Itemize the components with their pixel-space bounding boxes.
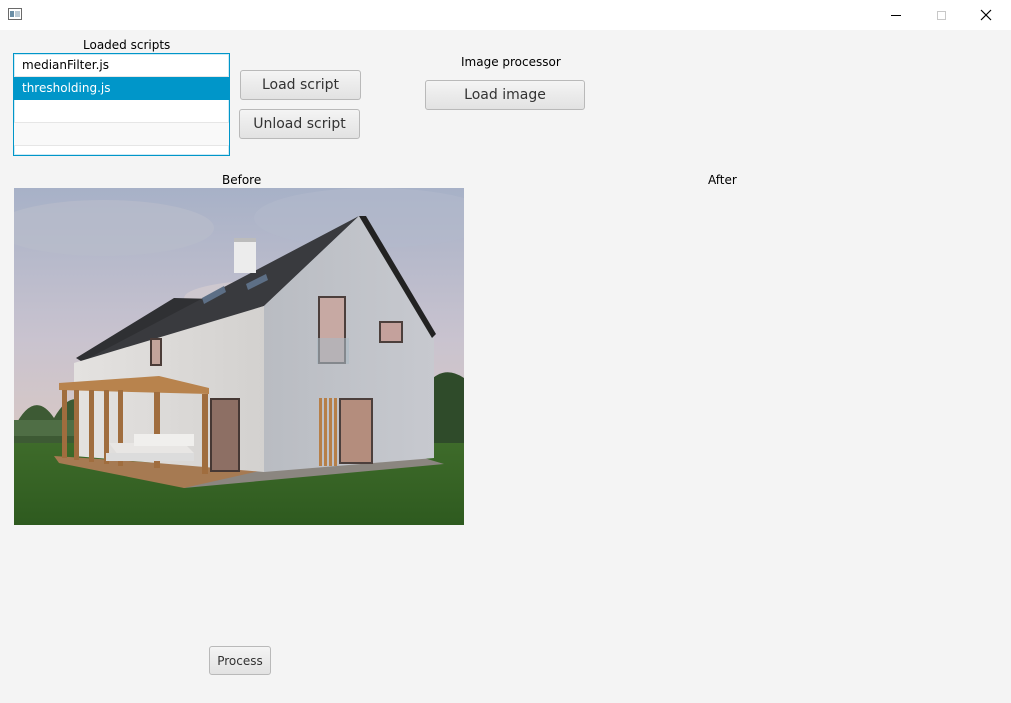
minimize-icon: [891, 14, 901, 16]
load-script-button[interactable]: Load script: [240, 70, 361, 100]
minimize-button[interactable]: [873, 0, 919, 30]
unload-script-button[interactable]: Unload script: [239, 109, 360, 139]
loaded-scripts-label: Loaded scripts: [83, 38, 171, 52]
process-button[interactable]: Process: [209, 646, 271, 675]
close-icon: [980, 9, 992, 21]
before-label: Before: [222, 173, 262, 187]
maximize-icon: [936, 10, 946, 20]
load-image-button[interactable]: Load image: [425, 80, 585, 110]
script-list-item-selected[interactable]: thresholding.js: [14, 77, 229, 100]
after-label: After: [708, 173, 737, 187]
script-list-item-empty[interactable]: [14, 100, 229, 123]
before-image: [14, 188, 464, 525]
close-button[interactable]: [963, 0, 1009, 30]
image-processor-label: Image processor: [461, 55, 561, 69]
title-bar: [0, 0, 1011, 30]
maximize-button[interactable]: [918, 0, 964, 30]
app-window-icon: [8, 8, 22, 20]
script-list-item[interactable]: medianFilter.js: [14, 54, 229, 77]
house-photo: [14, 188, 464, 525]
script-list-item-empty[interactable]: [14, 123, 229, 146]
scripts-list[interactable]: medianFilter.js thresholding.js: [13, 53, 230, 156]
